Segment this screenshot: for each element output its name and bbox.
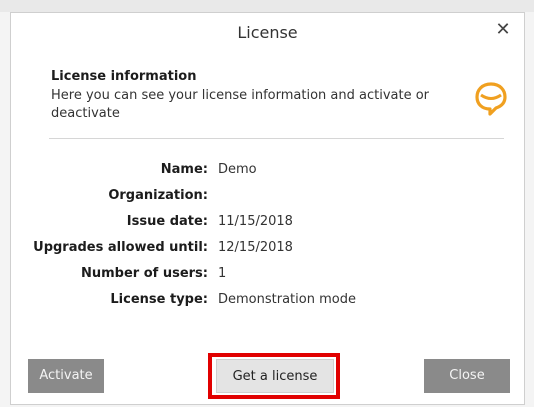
- field-label-upgrades-until: Upgrades allowed until:: [33, 240, 208, 255]
- field-row-number-of-users: Number of users: 1: [11, 262, 526, 288]
- field-label-license-type: License type:: [110, 292, 208, 307]
- dialog-footer: Activate Get a license Close: [11, 344, 524, 404]
- chat-bubble-logo-icon: [475, 82, 507, 116]
- license-info-description: Here you can see your license informatio…: [51, 88, 430, 121]
- divider: [49, 138, 504, 139]
- license-fields: Name: Demo Organization: Issue date: 11/…: [11, 158, 526, 314]
- dialog-title: License: [237, 23, 298, 42]
- field-row-name: Name: Demo: [11, 158, 526, 184]
- field-value-name: Demo: [218, 162, 257, 177]
- license-info-heading: License information: [51, 69, 197, 84]
- license-info-section: License information Here you can see you…: [51, 69, 451, 123]
- close-button[interactable]: Close: [424, 359, 510, 393]
- field-value-upgrades-until: 12/15/2018: [218, 240, 293, 255]
- field-label-name: Name:: [160, 162, 208, 177]
- field-value-issue-date: 11/15/2018: [218, 214, 293, 229]
- get-license-button[interactable]: Get a license: [216, 359, 334, 393]
- field-label-issue-date: Issue date:: [126, 214, 208, 229]
- field-label-organization: Organization:: [108, 188, 208, 203]
- activate-button[interactable]: Activate: [28, 359, 104, 393]
- background-strip: [0, 0, 534, 12]
- field-row-upgrades-until: Upgrades allowed until: 12/15/2018: [11, 236, 526, 262]
- field-value-license-type: Demonstration mode: [218, 292, 356, 307]
- license-dialog: License ✕ License information Here you c…: [10, 12, 525, 405]
- field-row-license-type: License type: Demonstration mode: [11, 288, 526, 314]
- field-row-issue-date: Issue date: 11/15/2018: [11, 210, 526, 236]
- field-label-number-of-users: Number of users:: [80, 266, 208, 281]
- field-value-number-of-users: 1: [218, 266, 227, 281]
- close-icon[interactable]: ✕: [492, 19, 514, 41]
- field-row-organization: Organization:: [11, 184, 526, 210]
